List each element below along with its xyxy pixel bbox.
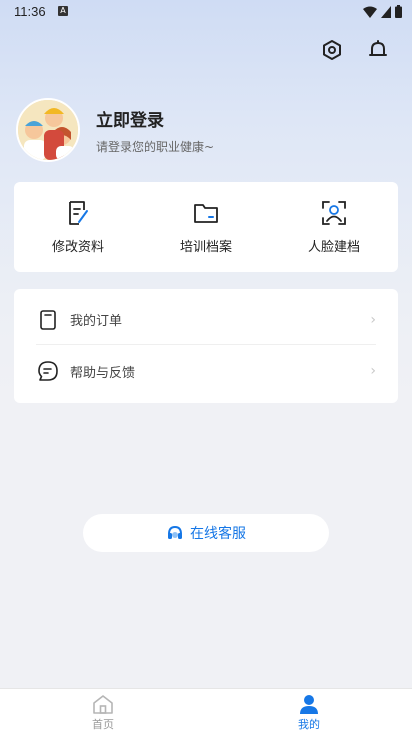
battery-icon <box>395 5 402 18</box>
login-subtitle: 请登录您的职业健康~ <box>96 140 215 154</box>
folder-icon <box>194 204 218 223</box>
action-training-records[interactable]: 培训档案 <box>142 182 270 272</box>
action-label: 修改资料 <box>51 240 104 255</box>
header-actions <box>320 38 390 62</box>
wifi-icon <box>363 6 377 18</box>
headset-icon <box>168 525 182 539</box>
login-title[interactable]: 立即登录 <box>96 106 164 131</box>
bottom-tab-bar: 首页 我的 <box>0 688 412 734</box>
face-scan-icon <box>322 201 346 225</box>
avatar[interactable] <box>16 98 80 162</box>
chevron-right-icon: › <box>370 363 376 379</box>
notification-app-icon: A <box>58 6 68 16</box>
signal-icon <box>381 5 391 18</box>
status-bar: 11:36 A <box>0 0 412 24</box>
order-icon <box>40 309 56 330</box>
quick-actions-card: 修改资料 培训档案 人脸建档 <box>14 182 398 272</box>
person-icon <box>300 695 318 714</box>
online-service-button[interactable]: 在线客服 <box>83 514 329 552</box>
avatar-illustration <box>18 100 78 160</box>
tab-home[interactable]: 首页 <box>0 689 206 734</box>
bell-icon <box>369 40 387 56</box>
menu-item-help-feedback[interactable]: 帮助与反馈 › <box>36 346 376 396</box>
tab-label: 首页 <box>92 718 114 731</box>
menu-item-my-orders[interactable]: 我的订单 › <box>36 295 376 345</box>
menu-card: 我的订单 › 帮助与反馈 › <box>14 289 398 403</box>
tab-label: 我的 <box>298 718 320 731</box>
settings-button[interactable] <box>320 38 344 62</box>
home-icon <box>93 695 113 714</box>
action-label: 人脸建档 <box>307 240 360 255</box>
menu-item-label: 帮助与反馈 <box>70 365 136 381</box>
notification-button[interactable] <box>366 38 390 62</box>
online-service-label: 在线客服 <box>190 526 246 542</box>
feedback-icon <box>38 361 58 381</box>
tab-mine[interactable]: 我的 <box>206 689 412 734</box>
settings-icon <box>323 40 341 60</box>
menu-item-label: 我的订单 <box>70 314 123 329</box>
action-face-registration[interactable]: 人脸建档 <box>270 182 398 272</box>
status-time: 11:36 <box>14 4 46 19</box>
action-label: 培训档案 <box>179 240 232 255</box>
status-indicators <box>363 5 402 18</box>
profile-header[interactable]: 立即登录 请登录您的职业健康~ <box>16 98 396 164</box>
action-edit-profile[interactable]: 修改资料 <box>14 182 142 272</box>
edit-document-icon <box>69 201 88 225</box>
chevron-right-icon: › <box>370 311 376 328</box>
